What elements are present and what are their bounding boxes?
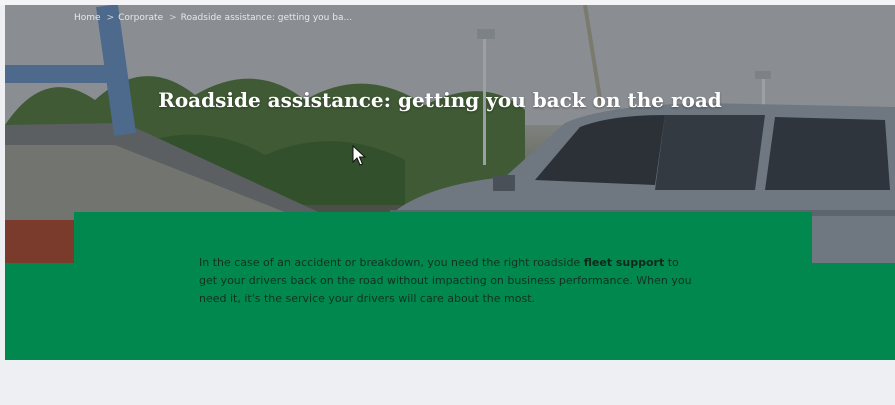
breadcrumb-separator: > (169, 13, 177, 23)
breadcrumb-home[interactable]: Home (74, 13, 101, 23)
intro-paragraph: In the case of an accident or breakdown,… (199, 254, 699, 308)
page-title: Roadside assistance: getting you back on… (158, 88, 722, 112)
breadcrumb-separator: > (106, 13, 115, 23)
breadcrumb-corporate[interactable]: Corporate (118, 13, 163, 23)
mouse-pointer-icon (352, 145, 366, 166)
breadcrumb: Home > Corporate > Roadside assistance: gett… (74, 13, 352, 23)
page: Home > Corporate > Roadside assistance: gett… (0, 0, 895, 405)
fleet-support-link[interactable]: fleet support (584, 256, 665, 269)
breadcrumb-current: Roadside assistance: getting you ba... (180, 13, 353, 23)
intro-text-before: In the case of an accident or breakdown,… (199, 256, 584, 269)
